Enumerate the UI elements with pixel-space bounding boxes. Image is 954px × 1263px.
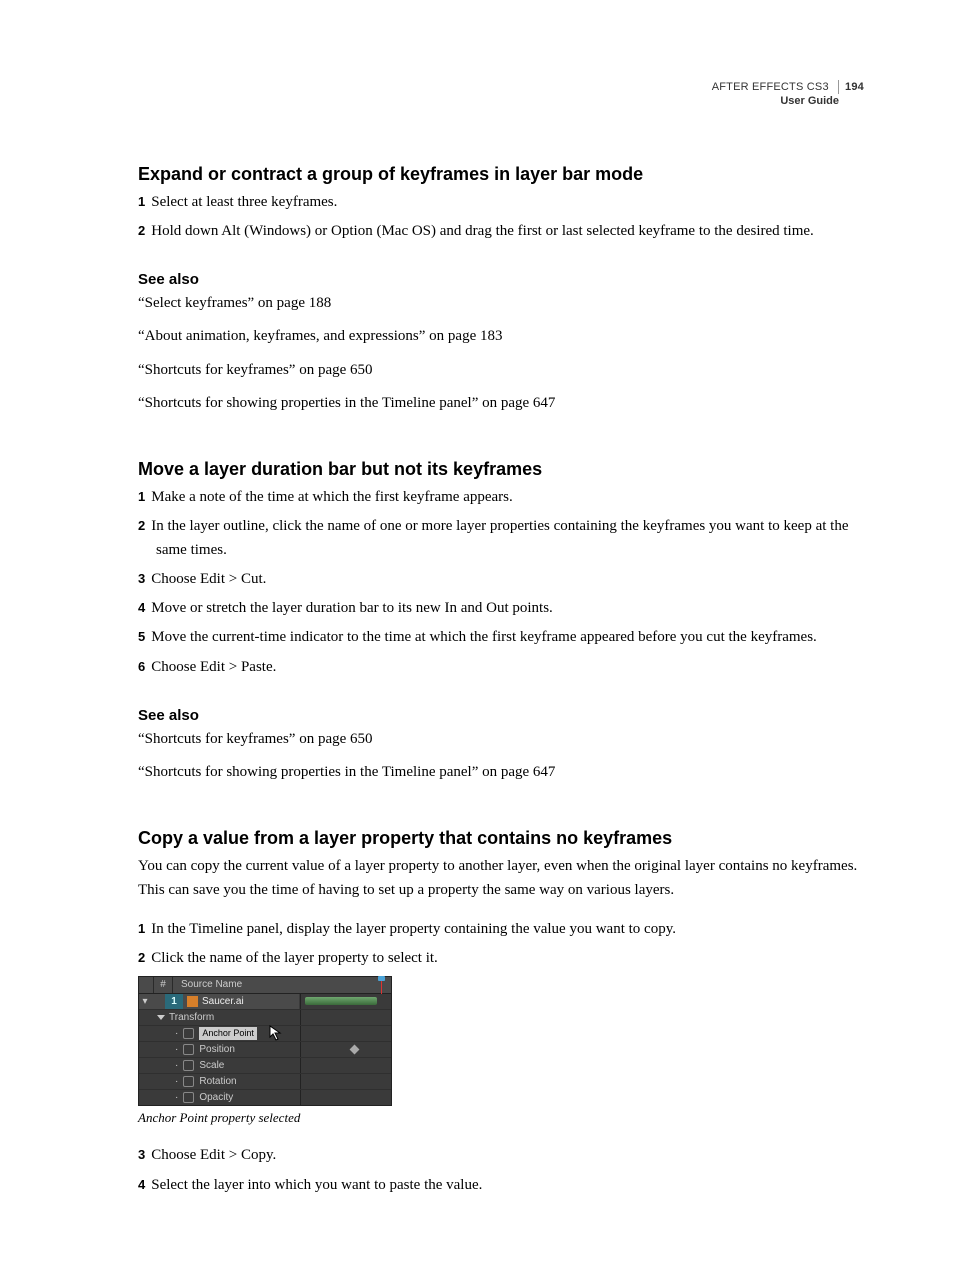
xref-link[interactable]: “Shortcuts for keyframes” on page 650 (138, 359, 866, 382)
xref-link[interactable]: “Shortcuts for showing properties in the… (138, 392, 866, 415)
s2-step-5: 5Move the current-time indicator to the … (138, 626, 866, 649)
running-header: AFTER EFFECTS CS3 194 User Guide (138, 80, 866, 109)
property-label: Scale (199, 1060, 224, 1071)
doc-subtitle: User Guide (138, 94, 864, 108)
property-row-opacity: · Opacity (139, 1090, 391, 1105)
s2-step-1: 1Make a note of the time at which the fi… (138, 486, 866, 509)
stopwatch-icon (183, 1028, 194, 1039)
stopwatch-icon (183, 1076, 194, 1087)
bullet-icon: · (175, 1028, 178, 1039)
s3-intro: You can copy the current value of a laye… (138, 855, 866, 902)
xref-link[interactable]: “Shortcuts for keyframes” on page 650 (138, 728, 866, 751)
property-row-rotation: · Rotation (139, 1074, 391, 1090)
s2-seealso: See also “Shortcuts for keyframes” on pa… (138, 707, 866, 785)
twirl-icon (157, 1015, 165, 1020)
s3-step-1: 1In the Timeline panel, display the laye… (138, 918, 866, 941)
property-row-anchor-point: · Anchor Point (139, 1026, 391, 1042)
layer-duration-bar (305, 997, 377, 1005)
layer-name: Saucer.ai (202, 996, 244, 1007)
seealso-heading: See also (138, 707, 866, 724)
property-label: Position (199, 1044, 235, 1055)
s1-seealso: See also “Select keyframes” on page 188 … (138, 271, 866, 415)
product-name: AFTER EFFECTS CS3 (712, 81, 829, 93)
s3-step-3: 3Choose Edit > Copy. (138, 1144, 866, 1167)
s3-step-2: 2Click the name of the layer property to… (138, 947, 866, 970)
xref-link[interactable]: “Shortcuts for showing properties in the… (138, 761, 866, 784)
section2-heading: Move a layer duration bar but not its ke… (138, 459, 866, 480)
transform-group-row: Transform (139, 1010, 391, 1026)
bullet-icon: · (175, 1092, 178, 1103)
selected-property-label: Anchor Point (199, 1027, 257, 1040)
stopwatch-icon (183, 1092, 194, 1103)
keyframe-diamond-icon (350, 1045, 360, 1055)
section1-heading: Expand or contract a group of keyframes … (138, 164, 866, 185)
timeline-panel-figure: # Source Name ▾ 1 Saucer.ai Transform · … (138, 976, 392, 1106)
page-number: 194 (838, 80, 864, 94)
s1-step-2: 2Hold down Alt (Windows) or Option (Mac … (138, 220, 866, 243)
property-label: Opacity (199, 1092, 233, 1103)
twirl-icon: ▾ (139, 996, 151, 1007)
s2-step-6: 6Choose Edit > Paste. (138, 656, 866, 679)
s2-step-4: 4Move or stretch the layer duration bar … (138, 597, 866, 620)
s1-step-1: 1Select at least three keyframes. (138, 191, 866, 214)
section3-heading: Copy a value from a layer property that … (138, 828, 866, 849)
s3-step-4: 4Select the layer into which you want to… (138, 1174, 866, 1197)
layer-number: 1 (165, 994, 183, 1009)
seealso-heading: See also (138, 271, 866, 288)
col-hash: # (154, 977, 173, 993)
property-label: Rotation (199, 1076, 236, 1087)
layer-color-swatch (187, 996, 198, 1007)
bullet-icon: · (175, 1076, 178, 1087)
s2-step-2: 2In the layer outline, click the name of… (138, 515, 866, 562)
property-row-scale: · Scale (139, 1058, 391, 1074)
bullet-icon: · (175, 1044, 178, 1055)
property-row-position: · Position (139, 1042, 391, 1058)
timeline-columns-header: # Source Name (139, 977, 391, 994)
page-content: AFTER EFFECTS CS3 194 User Guide Expand … (0, 0, 954, 1263)
col-source-name: Source Name (173, 977, 391, 993)
stopwatch-icon (183, 1060, 194, 1071)
figure-caption: Anchor Point property selected (138, 1110, 866, 1126)
xref-link[interactable]: “Select keyframes” on page 188 (138, 292, 866, 315)
bullet-icon: · (175, 1060, 178, 1071)
xref-link[interactable]: “About animation, keyframes, and express… (138, 325, 866, 348)
s2-step-3: 3Choose Edit > Cut. (138, 568, 866, 591)
stopwatch-icon (183, 1044, 194, 1055)
layer-row: ▾ 1 Saucer.ai (139, 994, 391, 1010)
